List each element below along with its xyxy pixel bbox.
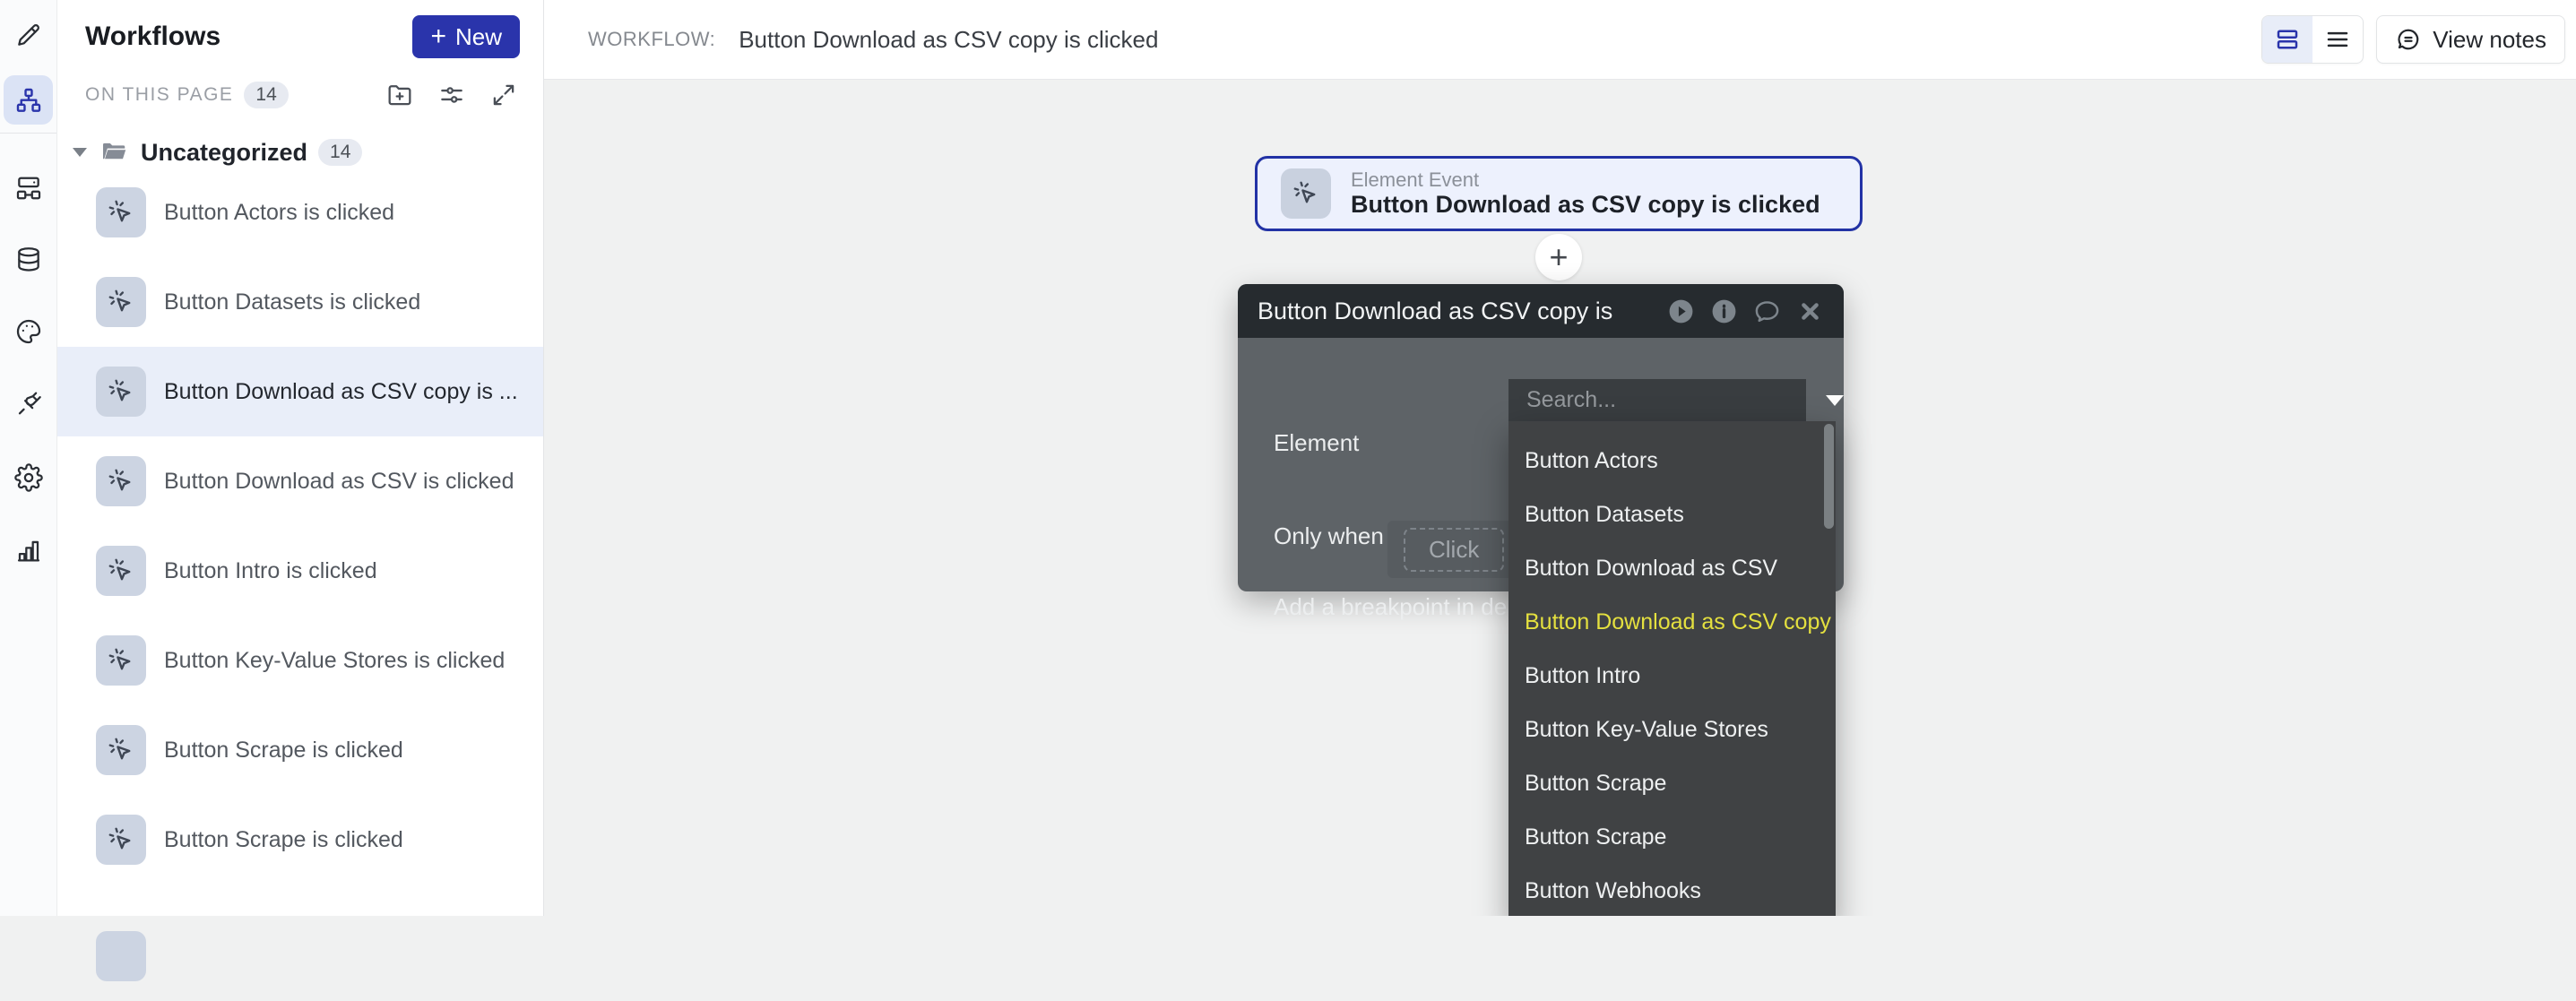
close-icon[interactable] (1796, 298, 1824, 325)
icon-square (96, 815, 146, 865)
list-item[interactable]: Button Download as CSV is clicked (56, 436, 543, 526)
list-item[interactable]: Button Scrape is clicked (56, 705, 543, 795)
breakpoint-label: Add a breakpoint in deb (1274, 593, 1520, 621)
list-item-partial[interactable] (56, 911, 146, 1001)
plus-icon: + (430, 23, 446, 50)
new-button-label: New (455, 23, 502, 51)
cursor-click-icon (1281, 168, 1331, 219)
menu-item[interactable]: Button Key-Value Stores (1508, 703, 1836, 756)
node-type-label: Element Event (1351, 168, 1820, 191)
element-dropdown-menu: Button Actors Button Datasets Button Dow… (1508, 421, 1836, 916)
list-item-label: Button Key-Value Stores is clicked (164, 648, 505, 674)
view-toggle (2261, 15, 2364, 64)
workflow-topbar: WORKFLOW: Button Download as CSV copy is… (543, 0, 2576, 80)
comment-icon[interactable] (1753, 298, 1781, 325)
icon-square (96, 725, 146, 775)
menu-item[interactable]: Button Actors (1508, 434, 1836, 488)
database-icon[interactable] (12, 243, 46, 277)
view-notes-label: View notes (2433, 26, 2546, 54)
click-chip-label: Click (1404, 528, 1504, 572)
group-count-badge: 14 (318, 139, 362, 166)
sidebar-header: Workflows + New (56, 0, 543, 79)
only-when-label: Only when (1274, 522, 1384, 550)
on-this-page-count-badge: 14 (244, 82, 288, 108)
icon-square (96, 635, 146, 686)
icon-square (96, 277, 146, 327)
folder-open-icon (99, 138, 128, 167)
icon-square (96, 187, 146, 237)
menu-item-selected[interactable]: Button Download as CSV copy (1508, 595, 1836, 649)
menu-item[interactable]: Button Intro (1508, 649, 1836, 703)
node-title: Button Download as CSV copy is clicked (1351, 191, 1820, 219)
list-item-label: Button Download as CSV copy is ... (164, 379, 518, 405)
expand-icon[interactable] (489, 81, 518, 109)
add-step-button[interactable]: + (1535, 234, 1582, 280)
icon-square (96, 546, 146, 596)
chevron-down-icon (73, 148, 87, 157)
list-item[interactable]: Button Datasets is clicked (56, 257, 543, 347)
rail-divider (0, 133, 56, 134)
workflow-list: Button Actors is clicked Button Datasets… (56, 168, 543, 885)
plus-icon: + (1549, 238, 1568, 276)
workflow-label: WORKFLOW: (588, 28, 715, 51)
notes-bubble-icon (2395, 26, 2422, 53)
icon-rail (0, 0, 57, 916)
workflow-icon[interactable] (4, 75, 53, 125)
card-view-icon[interactable] (2262, 16, 2312, 63)
group-name: Uncategorized (141, 139, 307, 167)
palette-icon[interactable] (12, 315, 46, 349)
menu-item[interactable]: Button Scrape (1508, 810, 1836, 864)
list-item-selected[interactable]: Button Download as CSV copy is ... (56, 347, 543, 436)
list-item[interactable]: Button Intro is clicked (56, 526, 543, 616)
element-select-field[interactable] (1508, 379, 1806, 421)
list-item-label: Button Download as CSV is clicked (164, 469, 514, 495)
workflow-title: Button Download as CSV copy is clicked (739, 26, 1158, 54)
icon-square (96, 456, 146, 506)
list-item-label: Button Intro is clicked (164, 558, 377, 584)
on-this-page-label: ON THIS PAGE (85, 84, 233, 106)
icon-square (96, 931, 146, 981)
pencil-icon[interactable] (12, 18, 46, 52)
element-label: Element (1274, 429, 1359, 457)
bar-chart-icon[interactable] (12, 533, 46, 567)
sidebar-title: Workflows (85, 22, 220, 52)
menu-item[interactable]: Button Webhooks (1508, 864, 1836, 916)
menu-item[interactable]: Button Datasets (1508, 488, 1836, 541)
list-item[interactable]: Button Actors is clicked (56, 168, 543, 257)
list-view-icon[interactable] (2312, 16, 2363, 63)
on-this-page-row: ON THIS PAGE 14 (56, 75, 543, 115)
view-notes-button[interactable]: View notes (2376, 15, 2565, 64)
menu-item[interactable]: Button Download as CSV (1508, 541, 1836, 595)
list-item[interactable]: Button Key-Value Stores is clicked (56, 616, 543, 705)
modal-header: Button Download as CSV copy is (1238, 284, 1844, 338)
list-item[interactable]: Button Scrape is clicked (56, 795, 543, 885)
modal-title: Button Download as CSV copy is (1258, 298, 1612, 325)
list-item-label: Button Datasets is clicked (164, 289, 420, 315)
folder-plus-icon[interactable] (385, 81, 414, 109)
element-event-node[interactable]: Element Event Button Download as CSV cop… (1255, 156, 1863, 231)
search-input[interactable] (1525, 386, 1817, 414)
new-workflow-button[interactable]: + New (412, 15, 520, 58)
scrollbar-thumb[interactable] (1824, 424, 1834, 529)
icon-square (96, 367, 146, 417)
gear-icon[interactable] (12, 461, 46, 495)
plug-icon[interactable] (12, 386, 46, 420)
filter-sliders-icon[interactable] (437, 81, 466, 109)
list-item-label: Button Scrape is clicked (164, 827, 403, 853)
chevron-down-icon (1826, 395, 1844, 406)
workflow-canvas[interactable]: Element Event Button Download as CSV cop… (543, 79, 2576, 916)
info-icon[interactable] (1710, 298, 1738, 325)
play-icon[interactable] (1667, 298, 1695, 325)
list-item-label: Button Scrape is clicked (164, 738, 403, 764)
menu-item[interactable]: Button Scrape (1508, 756, 1836, 810)
workflows-sidebar: Workflows + New ON THIS PAGE 14 Uncatego… (56, 0, 544, 916)
list-item-label: Button Actors is clicked (164, 200, 394, 226)
components-icon[interactable] (12, 171, 46, 205)
